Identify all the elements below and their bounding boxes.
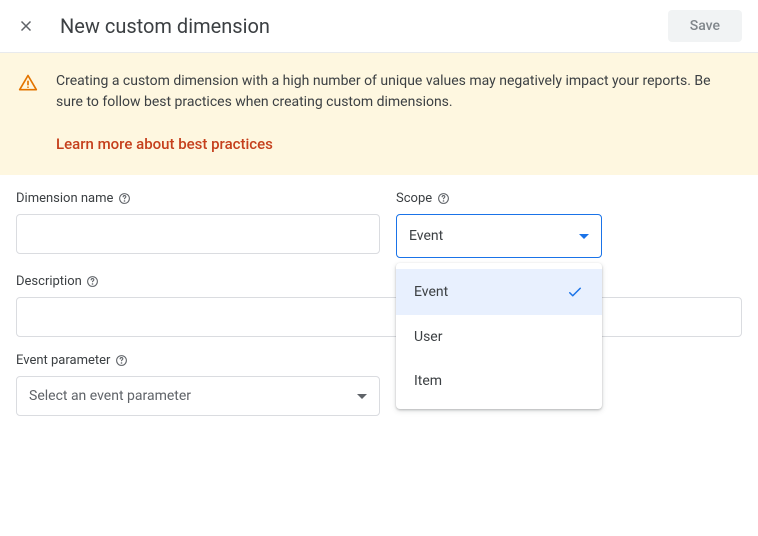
- scope-select-wrapper: Event Event Use: [396, 214, 602, 258]
- help-icon[interactable]: [86, 275, 100, 289]
- chevron-down-icon: [357, 394, 367, 399]
- event-parameter-label: Event parameter: [16, 353, 380, 368]
- form-area: Dimension name Scope: [0, 175, 758, 416]
- scope-label-text: Scope: [396, 191, 432, 206]
- description-label-text: Description: [16, 274, 82, 289]
- close-icon[interactable]: [16, 16, 36, 36]
- dropdown-option-user[interactable]: User: [396, 315, 602, 359]
- dropdown-option-label: Item: [414, 373, 442, 389]
- scope-select[interactable]: Event: [396, 214, 602, 258]
- event-parameter-select[interactable]: Select an event parameter: [16, 376, 380, 416]
- description-label: Description: [16, 274, 742, 289]
- scope-group: Scope Event: [396, 191, 602, 258]
- page-title: New custom dimension: [60, 14, 270, 38]
- chevron-down-icon: [579, 234, 589, 239]
- dialog-header: New custom dimension Save: [0, 0, 758, 53]
- warning-text: Creating a custom dimension with a high …: [56, 71, 740, 113]
- dimension-name-label-text: Dimension name: [16, 191, 113, 206]
- check-icon: [566, 283, 584, 301]
- help-icon[interactable]: [114, 354, 128, 368]
- event-parameter-label-text: Event parameter: [16, 353, 110, 368]
- dimension-name-group: Dimension name: [16, 191, 380, 258]
- event-parameter-group: Event parameter Select an event paramete…: [16, 353, 380, 416]
- dimension-name-input[interactable]: [16, 214, 380, 254]
- help-icon[interactable]: [117, 192, 131, 206]
- description-input[interactable]: [16, 297, 742, 337]
- save-button[interactable]: Save: [668, 10, 742, 42]
- learn-more-link[interactable]: Learn more about best practices: [56, 135, 273, 153]
- warning-banner: Creating a custom dimension with a high …: [0, 53, 758, 175]
- dropdown-option-label: User: [414, 329, 442, 345]
- help-icon[interactable]: [436, 192, 450, 206]
- scope-dropdown-menu: Event User Item: [396, 263, 602, 409]
- warning-content: Creating a custom dimension with a high …: [56, 71, 740, 153]
- event-parameter-placeholder: Select an event parameter: [29, 388, 191, 404]
- header-left: New custom dimension: [16, 14, 270, 38]
- dropdown-option-label: Event: [414, 284, 448, 300]
- warning-icon: [18, 73, 38, 93]
- dropdown-option-event[interactable]: Event: [396, 269, 602, 315]
- scope-label: Scope: [396, 191, 602, 206]
- scope-selected-value: Event: [409, 228, 443, 244]
- dimension-name-label: Dimension name: [16, 191, 380, 206]
- dropdown-option-item[interactable]: Item: [396, 359, 602, 403]
- description-group: Description: [16, 274, 742, 337]
